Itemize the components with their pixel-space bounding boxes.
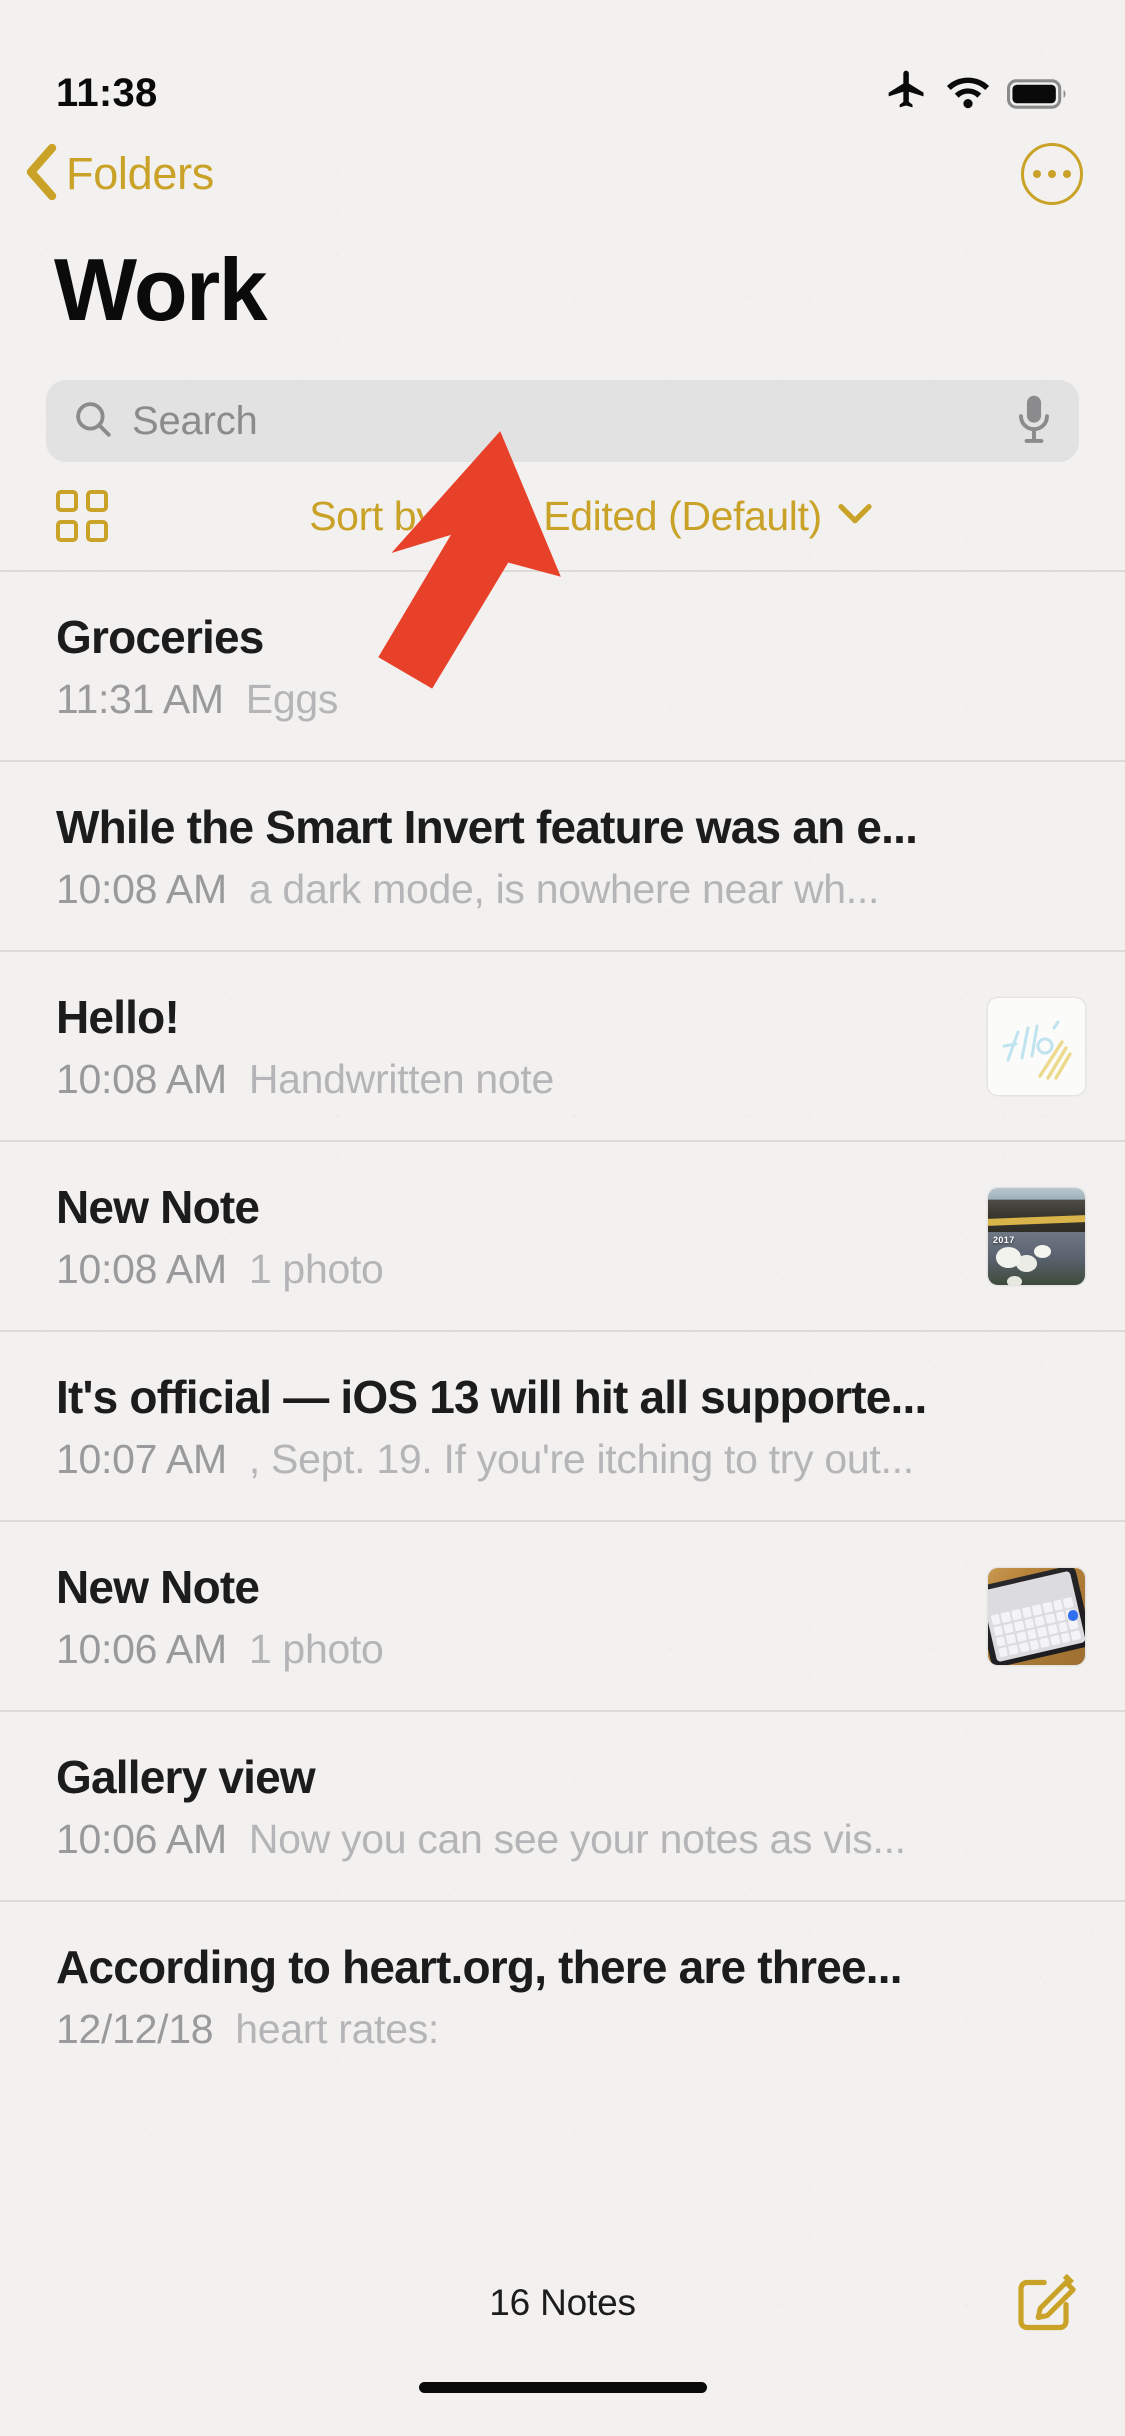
home-indicator[interactable] [418, 2382, 707, 2393]
keyboard-keys [990, 1597, 1082, 1658]
wifi-icon [945, 71, 991, 116]
note-date: 10:07 AM [56, 1435, 227, 1482]
grid-cell [86, 520, 108, 542]
handwriting-preview [1002, 1020, 1072, 1080]
note-date: 10:08 AM [56, 1055, 227, 1102]
flowers-photo-strip: 2017 [988, 1232, 1085, 1285]
note-snippet: heart rates: [235, 2005, 439, 2052]
note-list-item[interactable]: While the Smart Invert feature was an e.… [0, 760, 1125, 950]
sort-by-date-edited-button[interactable]: Sort by Date Edited (Default) [309, 493, 872, 540]
notes-list: Groceries 11:31 AM Eggs While the Smart … [0, 570, 1125, 2228]
ellipsis-dot [1033, 170, 1041, 178]
note-meta: 10:06 AM 1 photo [56, 1626, 966, 1673]
grid-cell [56, 520, 78, 542]
note-date: 10:08 AM [56, 865, 227, 912]
note-title: Groceries [56, 611, 264, 664]
note-list-item[interactable]: According to heart.org, there are three.… [0, 1900, 1125, 2090]
note-text-block: New Note 10:08 AM 1 photo [56, 1179, 980, 1292]
note-date: 10:08 AM [56, 1245, 227, 1292]
note-list-item[interactable]: New Note 10:08 AM 1 photo 2017 [0, 1140, 1125, 1330]
microphone-icon[interactable] [1015, 393, 1053, 450]
note-list-item[interactable]: New Note 10:06 AM 1 photo [0, 1520, 1125, 1710]
note-text-block: Groceries 11:31 AM Eggs [56, 609, 1085, 722]
note-snippet: , Sept. 19. If you're itching to try out… [248, 1435, 914, 1482]
grid-view-icon[interactable] [56, 490, 108, 542]
note-date: 10:06 AM [56, 1625, 227, 1672]
note-text-block: It's official — iOS 13 will hit all supp… [56, 1369, 1085, 1482]
note-snippet: 1 photo [248, 1245, 384, 1292]
grid-cell [56, 490, 78, 512]
chevron-down-icon [838, 503, 872, 530]
note-date: 11:31 AM [56, 675, 224, 722]
note-list-item[interactable]: Gallery view 10:06 AM Now you can see yo… [0, 1710, 1125, 1900]
note-title: While the Smart Invert feature was an e.… [56, 801, 918, 854]
sort-button-label: Sort by Date Edited (Default) [309, 492, 822, 539]
more-options-button[interactable] [1021, 143, 1083, 205]
note-snippet: Handwritten note [248, 1055, 555, 1102]
status-bar-time: 11:38 [56, 71, 158, 115]
note-snippet: 1 photo [248, 1625, 384, 1672]
list-controls-row: Sort by Date Edited (Default) [0, 462, 1125, 570]
note-thumbnail-photo: 2017 [988, 1187, 1085, 1285]
note-title: New Note [56, 1561, 260, 1614]
note-thumbnail-handwriting [988, 997, 1085, 1095]
compose-note-icon[interactable] [1015, 2268, 1081, 2339]
grid-cell [86, 490, 108, 512]
blue-dot-indicator [1067, 1610, 1079, 1621]
note-list-item[interactable]: Hello! 10:08 AM Handwritten note [0, 950, 1125, 1140]
ellipsis-dot [1048, 170, 1056, 178]
note-title: According to heart.org, there are three.… [56, 1941, 903, 1994]
search-bar[interactable]: Search [46, 380, 1079, 462]
search-input[interactable]: Search [132, 399, 1015, 444]
note-title: It's official — iOS 13 will hit all supp… [56, 1371, 927, 1424]
ellipsis-dot [1063, 170, 1071, 178]
photo-year-label: 2017 [993, 1235, 1015, 1246]
back-button-label: Folders [66, 148, 214, 199]
airplane-mode-icon [885, 67, 929, 116]
battery-icon [1007, 77, 1069, 116]
note-text-block: Gallery view 10:06 AM Now you can see yo… [56, 1749, 1085, 1862]
magnifying-glass-icon [72, 398, 114, 445]
notes-count-label: 16 Notes [489, 2282, 636, 2323]
note-date: 12/12/18 [56, 2005, 214, 2052]
note-text-block: Hello! 10:08 AM Handwritten note [56, 989, 980, 1102]
note-date: 10:06 AM [56, 1815, 227, 1862]
note-list-item[interactable]: It's official — iOS 13 will hit all supp… [0, 1330, 1125, 1520]
search-container: Search [0, 334, 1125, 462]
navigation-bar: Folders [0, 132, 1125, 216]
home-indicator-area [0, 2378, 1125, 2436]
note-text-block: According to heart.org, there are three.… [56, 1939, 1085, 2052]
note-text-block: While the Smart Invert feature was an e.… [56, 799, 1085, 912]
note-meta: 12/12/18 heart rates: [56, 2006, 1071, 2053]
status-bar: 11:38 [0, 0, 1125, 132]
note-meta: 10:08 AM a dark mode, is nowhere near wh… [56, 866, 1071, 913]
note-text-block: New Note 10:06 AM 1 photo [56, 1559, 980, 1672]
note-title: Gallery view [56, 1751, 316, 1804]
bottom-toolbar: 16 Notes [0, 2228, 1125, 2378]
note-meta: 10:08 AM 1 photo [56, 1246, 966, 1293]
notes-app-screen: 11:38 Folders Work Search Sort by Date E… [0, 0, 1125, 2436]
note-snippet: a dark mode, is nowhere near wh... [248, 865, 880, 912]
note-snippet: Eggs [245, 675, 339, 722]
chevron-left-icon [24, 143, 58, 205]
note-title: New Note [56, 1181, 260, 1234]
note-meta: 10:06 AM Now you can see your notes as v… [56, 1816, 1071, 1863]
note-meta: 10:07 AM , Sept. 19. If you're itching t… [56, 1436, 1071, 1483]
note-snippet: Now you can see your notes as vis... [248, 1815, 906, 1862]
note-title: Hello! [56, 991, 180, 1044]
note-meta: 11:31 AM Eggs [56, 676, 1071, 723]
page-title: Work [54, 240, 268, 339]
status-bar-indicators [885, 67, 1069, 116]
road-photo-strip [988, 1187, 1085, 1233]
note-thumbnail-photo [988, 1567, 1085, 1665]
back-to-folders-button[interactable]: Folders [24, 143, 214, 205]
note-list-item[interactable]: Groceries 11:31 AM Eggs [0, 570, 1125, 760]
note-meta: 10:08 AM Handwritten note [56, 1056, 966, 1103]
